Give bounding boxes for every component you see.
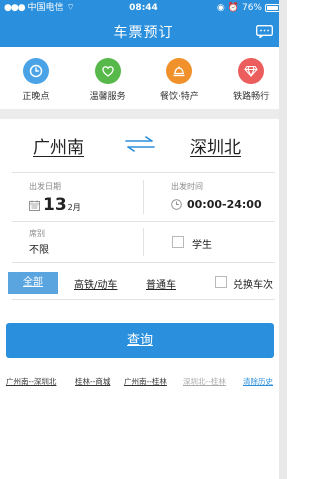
category-row: 正晚点 温馨服务 餐饮·特产 铁路畅行: [0, 47, 287, 109]
history-item[interactable]: 桂林--商城: [75, 376, 110, 387]
time-label: 出发时间: [171, 182, 203, 191]
divider: [12, 172, 275, 173]
category-label: 餐饮·特产: [159, 92, 199, 102]
food-icon: [166, 58, 193, 84]
seat-select[interactable]: 不限: [29, 241, 49, 256]
student-checkbox[interactable]: [172, 236, 184, 248]
date-label: 出发日期: [29, 182, 61, 191]
category-label: 温馨服务: [89, 92, 126, 102]
divider: [12, 262, 275, 263]
time-range: 00:00-24:00: [187, 198, 262, 211]
section-divider: [0, 109, 287, 119]
divider: [12, 221, 275, 222]
divider: [143, 180, 144, 214]
clock-icon: [171, 199, 182, 210]
location-icon: ◉: [216, 3, 225, 13]
divider: [143, 228, 144, 256]
heart-icon: [94, 58, 121, 84]
battery-level: [267, 6, 278, 10]
category-rail[interactable]: 铁路畅行: [215, 47, 287, 109]
page-title: 车票预订: [113, 25, 174, 41]
category-delay[interactable]: 正晚点: [0, 47, 72, 109]
category-service[interactable]: 温馨服务: [72, 47, 144, 109]
divider: [12, 299, 275, 300]
date-day: 13: [43, 195, 67, 215]
seat-label: 席别: [29, 229, 45, 238]
screen-edge: [279, 0, 287, 479]
gem-icon: [238, 58, 265, 84]
battery-percent: 76%: [241, 3, 262, 13]
status-bar: ●●● 中国电信 ⌔ 08:44 ◉ ⏰ 76%: [0, 0, 287, 16]
top-bar: ●●● 中国电信 ⌔ 08:44 ◉ ⏰ 76% 车票预订: [0, 0, 287, 47]
filter-high-speed-tab[interactable]: 高铁/动车: [74, 276, 117, 291]
transfer-label: 兑换车次: [233, 280, 273, 291]
history-item[interactable]: 广州南--深圳北: [6, 376, 56, 387]
to-station[interactable]: 深圳北: [190, 133, 241, 158]
route-selector: 广州南 深圳北: [0, 119, 287, 173]
category-food[interactable]: 餐饮·特产: [144, 47, 216, 109]
category-label: 铁路畅行: [233, 92, 270, 102]
message-icon[interactable]: [256, 25, 273, 38]
date-picker[interactable]: 13 2月: [29, 195, 81, 215]
status-right: ◉ ⏰ 76%: [217, 0, 283, 16]
filter-all-tab[interactable]: 全部: [8, 272, 58, 294]
category-label: 正晚点: [22, 92, 50, 102]
alarm-icon: ⏰: [227, 3, 239, 13]
date-month: 2月: [67, 203, 81, 212]
history-item[interactable]: 广州南--桂林: [124, 376, 167, 387]
clear-history-button[interactable]: 清除历史: [243, 376, 273, 387]
filter-normal-tab[interactable]: 普通车: [146, 276, 176, 291]
query-button[interactable]: 查询: [6, 323, 274, 358]
student-label: 学生: [192, 240, 212, 251]
swap-icon[interactable]: [122, 134, 158, 154]
transfer-checkbox[interactable]: [215, 276, 227, 288]
from-station[interactable]: 广州南: [33, 133, 84, 158]
clock-icon: [22, 58, 49, 84]
history-item[interactable]: 深圳北--桂林: [183, 376, 239, 387]
time-picker[interactable]: 00:00-24:00: [171, 198, 262, 211]
calendar-icon: [29, 200, 40, 211]
